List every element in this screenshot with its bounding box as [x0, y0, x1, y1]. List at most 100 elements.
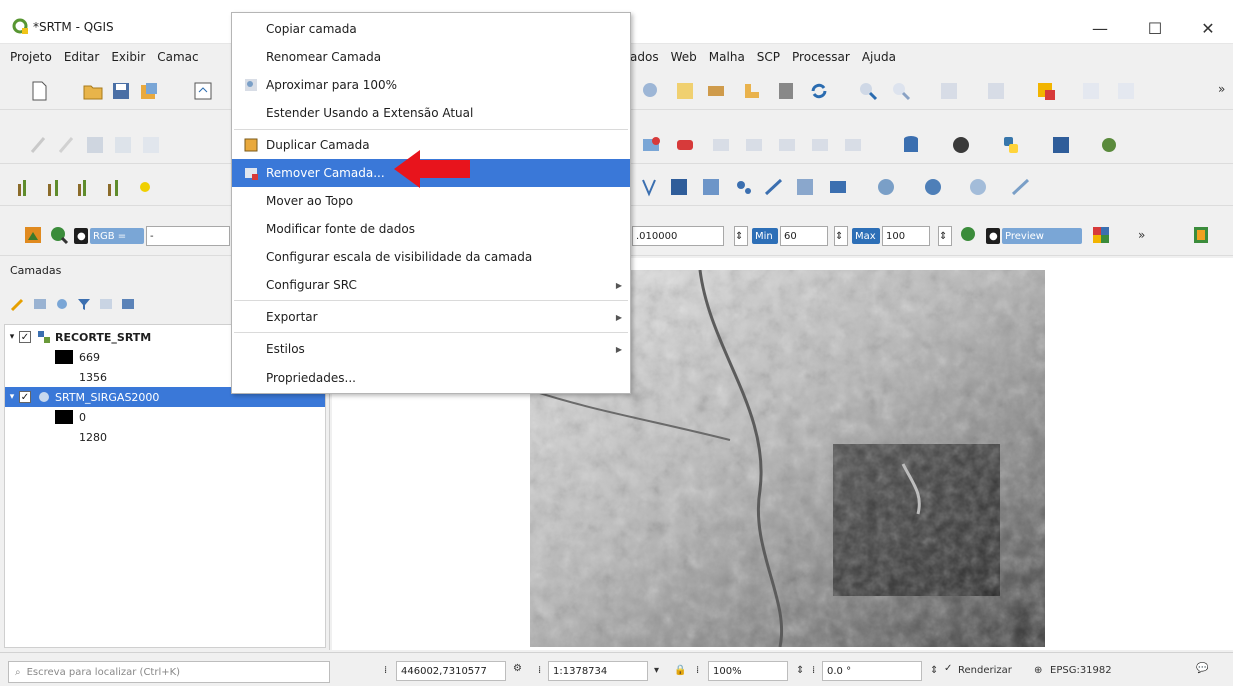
bookmark-icon[interactable]	[775, 80, 797, 102]
label-rotate-icon[interactable]	[743, 134, 765, 156]
label-change-icon[interactable]	[776, 134, 798, 156]
current-edits-icon[interactable]	[28, 134, 50, 156]
rotation-spin-icon[interactable]: ⇕	[930, 665, 938, 676]
add-point-layer-icon[interactable]	[733, 176, 755, 198]
min-spin-icon[interactable]: ⇕	[734, 226, 748, 246]
label-pin-icon[interactable]	[674, 134, 696, 156]
pan-icon[interactable]	[741, 80, 763, 102]
toolbar-overflow-icon[interactable]: »	[1218, 82, 1225, 96]
menu-item-estilos[interactable]: Estilos ▶	[232, 335, 630, 363]
expand-arrow-icon[interactable]: ▾	[5, 332, 19, 342]
menu-editar[interactable]: Editar	[58, 50, 106, 64]
refresh-icon[interactable]	[808, 80, 830, 102]
expand-arrow-icon[interactable]: ▾	[5, 392, 19, 402]
zoom-to-image-icon[interactable]	[48, 224, 70, 246]
zoom-out-icon[interactable]	[890, 80, 912, 102]
add-line-layer-icon[interactable]	[763, 176, 785, 198]
max-value[interactable]: 100	[882, 226, 930, 246]
open-project-icon[interactable]	[82, 80, 104, 102]
magnifier-spin-icon[interactable]: ⇕	[796, 665, 804, 676]
rgb-toggle-icon[interactable]: ●	[74, 228, 88, 244]
coordinate-toggle-icon[interactable]: ⚙	[513, 663, 522, 674]
layer-visibility-checkbox[interactable]: ✓	[19, 391, 31, 403]
menu-malha[interactable]: Malha	[703, 50, 751, 64]
minimize-button[interactable]: —	[1080, 12, 1120, 44]
label-hide-icon[interactable]	[809, 134, 831, 156]
menu-item-copiar-camada[interactable]: Copiar camada	[232, 15, 630, 43]
show-tips-icon[interactable]	[1080, 80, 1102, 102]
filter-expression-icon[interactable]	[98, 296, 114, 312]
value-field[interactable]: .010000	[632, 226, 724, 246]
database-icon[interactable]	[900, 134, 922, 156]
close-button[interactable]: ✕	[1188, 12, 1228, 44]
menu-processar[interactable]: Processar	[786, 50, 856, 64]
max-spin-icon[interactable]: ⇕	[834, 226, 848, 246]
zoom-in-icon[interactable]	[857, 80, 879, 102]
add-feature-icon[interactable]	[112, 134, 134, 156]
add-group-icon[interactable]	[32, 296, 48, 312]
zoom-preview-icon[interactable]	[958, 224, 980, 246]
new-raster-icon[interactable]	[668, 176, 690, 198]
magnifier-field[interactable]: 100%	[708, 661, 788, 681]
histogram-local-icon[interactable]	[74, 176, 96, 198]
vertex-tool-icon[interactable]	[140, 134, 162, 156]
menu-item-propriedades[interactable]: Propriedades...	[232, 364, 630, 392]
identify-icon[interactable]	[640, 80, 662, 102]
grid-table-icon[interactable]	[1115, 80, 1137, 102]
add-arcgis-icon[interactable]	[1010, 176, 1032, 198]
python-icon[interactable]	[1000, 134, 1022, 156]
classification-icon[interactable]	[1090, 224, 1112, 246]
visibility-icon[interactable]	[54, 296, 70, 312]
new-project-icon[interactable]	[28, 80, 50, 102]
new-layer-icon[interactable]	[134, 176, 156, 198]
add-wfs-icon[interactable]	[922, 176, 944, 198]
histogram-local-cumulative-icon[interactable]	[104, 176, 126, 198]
crs-globe-icon[interactable]: ⊕	[1034, 665, 1042, 676]
new-mesh-icon[interactable]	[700, 176, 722, 198]
help-icon[interactable]	[1050, 134, 1072, 156]
min-value[interactable]: 60	[780, 226, 828, 246]
style-panel-icon[interactable]	[10, 296, 26, 312]
menu-item-exportar[interactable]: Exportar ▶	[232, 303, 630, 331]
menu-web[interactable]: Web	[665, 50, 703, 64]
menu-item-renomear-camada[interactable]: Renomear Camada	[232, 43, 630, 71]
grass-icon[interactable]	[950, 134, 972, 156]
add-wcs-icon[interactable]	[967, 176, 989, 198]
new-map-view-icon[interactable]	[1035, 80, 1057, 102]
zoom-layer-icon[interactable]	[938, 80, 960, 102]
print-layout-icon[interactable]	[192, 80, 214, 102]
add-polygon-layer-icon[interactable]	[794, 176, 816, 198]
menu-item-aproximar-100[interactable]: Aproximar para 100%	[232, 71, 630, 99]
layer-visibility-checkbox[interactable]: ✓	[19, 331, 31, 343]
zoom-selection-icon[interactable]	[985, 80, 1007, 102]
menu-item-estender[interactable]: Estender Usando a Extensão Atual	[232, 99, 630, 127]
preview-toggle-icon[interactable]: ●	[986, 228, 1000, 244]
scale-dropdown-icon[interactable]: ▾	[654, 665, 659, 676]
menu-ajuda[interactable]: Ajuda	[856, 50, 902, 64]
menu-item-modificar-fonte[interactable]: Modificar fonte de dados	[232, 215, 630, 243]
expand-all-icon[interactable]	[120, 296, 136, 312]
label-show-icon[interactable]	[842, 134, 864, 156]
save-as-icon[interactable]	[138, 80, 160, 102]
save-edits-icon[interactable]	[84, 134, 106, 156]
label-move-icon[interactable]	[710, 134, 732, 156]
toggle-editing-icon[interactable]	[56, 134, 78, 156]
select-icon[interactable]	[674, 80, 696, 102]
save-project-icon[interactable]	[110, 80, 132, 102]
band-set-icon[interactable]	[1190, 224, 1212, 246]
histogram-cumulative-icon[interactable]	[44, 176, 66, 198]
render-checkbox[interactable]: ✓	[944, 663, 952, 674]
messages-icon[interactable]: 💬	[1196, 663, 1208, 674]
menu-exibir[interactable]: Exibir	[105, 50, 151, 64]
vertex-tool-v-icon[interactable]	[640, 176, 662, 198]
menu-camada[interactable]: Camac	[151, 50, 204, 64]
filter-icon[interactable]	[76, 296, 92, 312]
scp-dock-icon[interactable]	[22, 224, 44, 246]
menu-item-configurar-src[interactable]: Configurar SRC ▶	[232, 271, 630, 299]
lock-scale-icon[interactable]: 🔒	[674, 665, 686, 676]
label-tool-icon[interactable]	[640, 134, 662, 156]
menu-item-mover-ao-topo[interactable]: Mover ao Topo	[232, 187, 630, 215]
plugin-icon[interactable]	[1098, 134, 1120, 156]
menu-scp[interactable]: SCP	[751, 50, 786, 64]
maximize-button[interactable]: ☐	[1135, 12, 1175, 44]
